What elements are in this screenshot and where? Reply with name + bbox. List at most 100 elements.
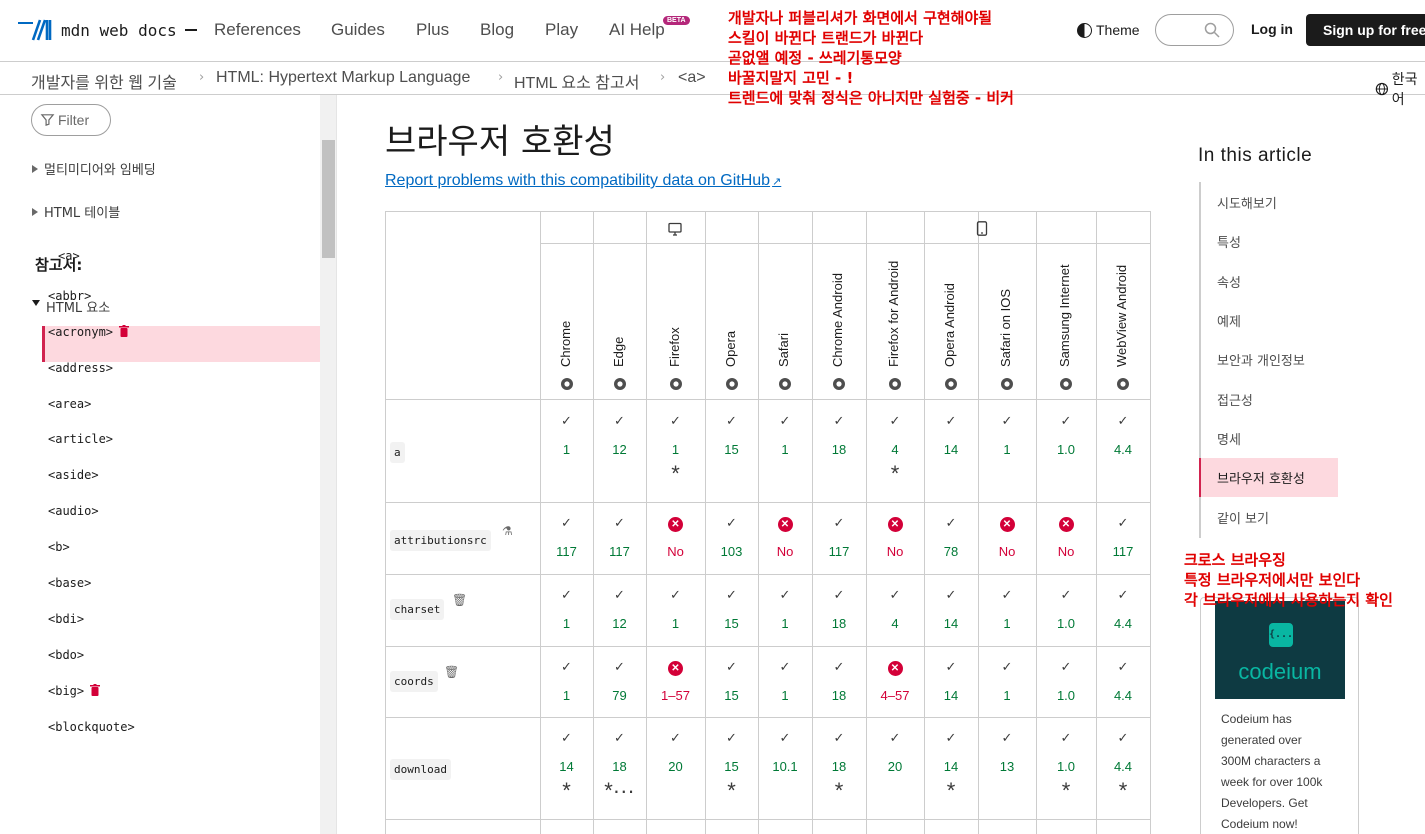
support-cell[interactable]: ✕ No: [866, 514, 924, 559]
support-cell[interactable]: ✓ 14: [924, 658, 978, 703]
signup-button[interactable]: Sign up for free: [1306, 14, 1425, 46]
breadcrumb-item-current[interactable]: <a>: [678, 69, 706, 87]
sidebar-item[interactable]: <aside>: [48, 468, 99, 482]
support-cell[interactable]: ✓ 1.0: [1036, 658, 1096, 703]
sidebar-item[interactable]: <audio>: [48, 504, 99, 518]
github-report-link[interactable]: Report problems with this compatibility …: [385, 172, 781, 190]
breadcrumb-item-html[interactable]: HTML: Hypertext Markup Language: [216, 69, 470, 87]
support-cell[interactable]: ✓ 1.0: [1036, 412, 1096, 457]
support-cell[interactable]: ✓ 18: [812, 586, 866, 631]
support-cell[interactable]: ✓ 1.0 *: [1036, 729, 1096, 802]
toc-item[interactable]: 브라우저 호환성: [1217, 468, 1305, 487]
support-cell[interactable]: ✓ 4 *: [866, 412, 924, 485]
feature-name[interactable]: download: [390, 759, 451, 780]
support-cell[interactable]: ✓ 4.4: [1096, 658, 1150, 703]
filter-input[interactable]: Filter: [31, 104, 111, 136]
sidebar-scrollbar-thumb[interactable]: [322, 140, 335, 258]
support-cell[interactable]: ✓ 1: [758, 658, 812, 703]
support-cell[interactable]: ✓ 1: [758, 586, 812, 631]
support-cell[interactable]: ✓ 15: [705, 658, 758, 703]
support-cell[interactable]: ✓ 18 *···: [593, 729, 646, 802]
nav-guides[interactable]: Guides: [331, 20, 385, 40]
support-cell[interactable]: ✓ 117: [1096, 514, 1150, 559]
toc-item[interactable]: 시도해보기: [1217, 193, 1277, 212]
nav-ai-help[interactable]: AI Help: [609, 20, 665, 40]
feature-name[interactable]: charset: [390, 599, 445, 620]
support-cell[interactable]: ✓ 15: [705, 412, 758, 457]
sidebar-item[interactable]: <b>: [48, 540, 70, 554]
sidebar-item[interactable]: <big>: [48, 684, 101, 698]
search-input[interactable]: [1155, 14, 1234, 46]
nav-plus[interactable]: Plus: [416, 20, 449, 40]
support-cell[interactable]: ✕ 4–57: [866, 658, 924, 703]
support-cell[interactable]: ✓ 14: [924, 412, 978, 457]
sidebar-item[interactable]: <a>: [58, 249, 80, 263]
nav-play[interactable]: Play: [545, 20, 578, 40]
sidebar-item[interactable]: <address>: [48, 361, 113, 375]
support-cell[interactable]: ✓ 78: [924, 514, 978, 559]
support-cell[interactable]: ✓ 15 *: [705, 729, 758, 802]
login-link[interactable]: Log in: [1251, 21, 1293, 37]
support-cell[interactable]: ✓ 117: [812, 514, 866, 559]
nav-references[interactable]: References: [214, 20, 301, 40]
toc-item[interactable]: 특성: [1217, 232, 1241, 251]
ad-copy[interactable]: Codeium has generated over 300M characte…: [1221, 709, 1351, 834]
breadcrumb-item-element-ref[interactable]: HTML 요소 참고서: [514, 69, 639, 93]
sidebar-group-tables[interactable]: HTML 테이블: [32, 202, 120, 221]
toc-item[interactable]: 접근성: [1217, 390, 1253, 409]
sidebar-item[interactable]: <bdo>: [48, 648, 84, 662]
support-cell[interactable]: ✕ No: [978, 514, 1036, 559]
sidebar-item[interactable]: <area>: [48, 397, 91, 411]
theme-button[interactable]: Theme: [1077, 22, 1140, 38]
support-cell[interactable]: ✓ 18: [812, 412, 866, 457]
support-cell[interactable]: ✓ 20: [646, 729, 705, 774]
feature-name[interactable]: attributionsrc: [390, 530, 491, 551]
support-cell[interactable]: ✕ No: [758, 514, 812, 559]
support-cell[interactable]: ✓ 12: [593, 586, 646, 631]
feature-name[interactable]: coords: [390, 671, 438, 692]
support-cell[interactable]: ✓ 1: [978, 586, 1036, 631]
support-cell[interactable]: ✓ 79: [593, 658, 646, 703]
mdn-logo[interactable]: mdn web docs: [31, 18, 197, 42]
support-cell[interactable]: ✓ 18: [812, 658, 866, 703]
support-cell[interactable]: ✓ 4.4 *: [1096, 729, 1150, 802]
toc-item[interactable]: 속성: [1217, 272, 1241, 291]
sidebar-item[interactable]: <bdi>: [48, 612, 84, 626]
support-cell[interactable]: ✓ 117: [593, 514, 646, 559]
sidebar-item[interactable]: <abbr>: [48, 289, 91, 303]
support-cell[interactable]: ✓ 13: [978, 729, 1036, 774]
support-cell[interactable]: ✓ 14 *: [924, 729, 978, 802]
sidebar-item[interactable]: <acronym>: [48, 325, 130, 339]
support-cell[interactable]: ✕ 1–57: [646, 658, 705, 703]
support-cell[interactable]: ✓ 1: [540, 412, 593, 457]
support-cell[interactable]: ✓ 4.4: [1096, 412, 1150, 457]
support-cell[interactable]: ✓ 1 *: [646, 412, 705, 485]
support-cell[interactable]: ✓ 14: [924, 586, 978, 631]
support-cell[interactable]: ✓ 1: [540, 586, 593, 631]
sidebar-group-multimedia[interactable]: 멀티미디어와 임베딩: [32, 159, 156, 178]
feature-name[interactable]: a: [390, 442, 405, 463]
toc-item[interactable]: 명세: [1217, 429, 1241, 448]
support-cell[interactable]: ✕ No: [646, 514, 705, 559]
support-cell[interactable]: ✓ 20: [866, 729, 924, 774]
breadcrumb-item-web-tech[interactable]: 개발자를 위한 웹 기술: [31, 69, 177, 93]
sidebar-item[interactable]: <base>: [48, 576, 91, 590]
support-cell[interactable]: ✓ 18 *: [812, 729, 866, 802]
support-cell[interactable]: ✓ 4: [866, 586, 924, 631]
support-cell[interactable]: ✓ 1: [978, 658, 1036, 703]
support-cell[interactable]: ✓ 1.0: [1036, 586, 1096, 631]
support-cell[interactable]: ✓ 10.1: [758, 729, 812, 774]
support-cell[interactable]: ✓ 1: [978, 412, 1036, 457]
support-cell[interactable]: ✓ 103: [705, 514, 758, 559]
support-cell[interactable]: ✕ No: [1036, 514, 1096, 559]
nav-blog[interactable]: Blog: [480, 20, 514, 40]
sidebar-item[interactable]: <article>: [48, 432, 113, 446]
support-cell[interactable]: ✓ 1: [758, 412, 812, 457]
support-cell[interactable]: ✓ 14 *: [540, 729, 593, 802]
support-cell[interactable]: ✓ 117: [540, 514, 593, 559]
toc-item[interactable]: 같이 보기: [1217, 508, 1269, 527]
support-cell[interactable]: ✓ 4.4: [1096, 586, 1150, 631]
support-cell[interactable]: ✓ 1: [540, 658, 593, 703]
support-cell[interactable]: ✓ 15: [705, 586, 758, 631]
sidebar-item[interactable]: <blockquote>: [48, 720, 135, 734]
